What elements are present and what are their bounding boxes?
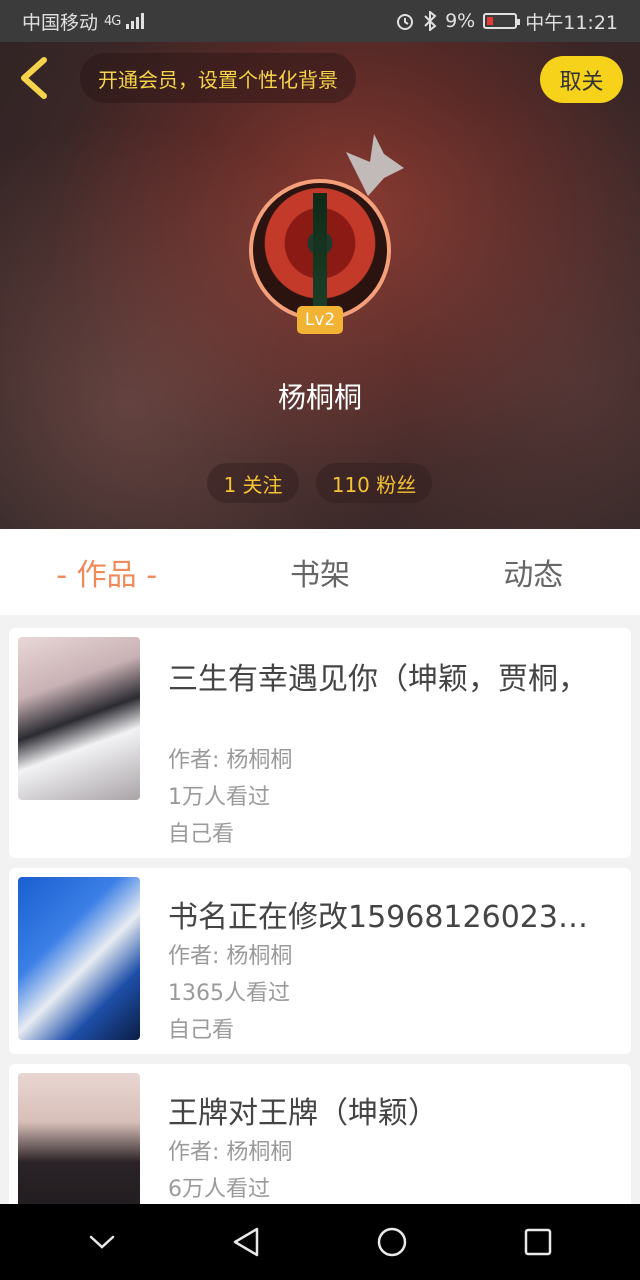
- book-views: 1万人看过: [168, 785, 270, 810]
- profile-header: 开通会员，设置个性化背景 取关 Lv2 杨桐桐 1 关注 110 粉丝: [0, 42, 640, 529]
- vip-background-prompt[interactable]: 开通会员，设置个性化背景: [80, 53, 356, 103]
- carrier-name: 中国移动: [22, 11, 99, 34]
- clock: 中午11:21: [525, 11, 618, 34]
- unfollow-button[interactable]: 取关: [540, 56, 623, 103]
- book-visibility: 自己看: [168, 1018, 235, 1043]
- tab-works[interactable]: - 作品 -: [0, 529, 213, 615]
- book-author: 作者: 杨桐桐: [168, 944, 293, 969]
- book-title: 三生有幸遇见你（坤颖，贾桐，: [168, 662, 588, 697]
- tab-bookshelf[interactable]: 书架: [213, 529, 426, 615]
- fans-count[interactable]: 110 粉丝: [316, 463, 432, 503]
- book-cover: [18, 1073, 140, 1204]
- tab-activity[interactable]: 动态: [427, 529, 640, 615]
- level-badge: Lv2: [297, 306, 343, 334]
- book-author: 作者: 杨桐桐: [168, 1140, 293, 1165]
- list-item[interactable]: 书名正在修改15968126023… 作者: 杨桐桐 1365人看过 自己看: [9, 868, 631, 1054]
- system-nav-bar: [0, 1204, 640, 1280]
- book-cover: [18, 877, 140, 1040]
- book-views: 1365人看过: [168, 981, 290, 1006]
- list-item[interactable]: 王牌对王牌（坤颖） 作者: 杨桐桐 6万人看过: [9, 1064, 631, 1204]
- username: 杨桐桐: [277, 381, 362, 414]
- recents-square-icon[interactable]: [523, 1227, 553, 1257]
- avatar[interactable]: [249, 179, 391, 321]
- alarm-icon: [397, 14, 414, 30]
- book-cover: [18, 637, 140, 800]
- works-list: 三生有幸遇见你（坤颖，贾桐， 作者: 杨桐桐 1万人看过 自己看 书名正在修改1…: [0, 615, 640, 1204]
- bluetooth-icon: [424, 11, 437, 31]
- book-author: 作者: 杨桐桐: [168, 748, 293, 773]
- network-type: 4G: [104, 13, 121, 29]
- list-item[interactable]: 三生有幸遇见你（坤颖，贾桐， 作者: 杨桐桐 1万人看过 自己看: [9, 628, 631, 858]
- tab-bar: - 作品 - 书架 动态: [0, 529, 640, 615]
- status-bar: 中国移动 4G 9% 中午11:21: [0, 0, 640, 42]
- home-circle-icon[interactable]: [376, 1226, 408, 1258]
- book-title: 书名正在修改15968126023…: [168, 900, 588, 935]
- back-triangle-icon[interactable]: [231, 1226, 261, 1258]
- carrier-info: 中国移动 4G: [22, 8, 395, 35]
- book-title: 王牌对王牌（坤颖）: [168, 1096, 438, 1131]
- chevron-down-icon[interactable]: [88, 1232, 116, 1252]
- book-views: 6万人看过: [168, 1177, 270, 1202]
- signal-icon: [126, 13, 145, 29]
- battery-icon: [483, 13, 521, 29]
- back-arrow-icon[interactable]: [16, 56, 52, 100]
- battery-percent: 9%: [445, 10, 476, 32]
- following-count[interactable]: 1 关注: [207, 463, 299, 503]
- book-visibility: 自己看: [168, 822, 235, 847]
